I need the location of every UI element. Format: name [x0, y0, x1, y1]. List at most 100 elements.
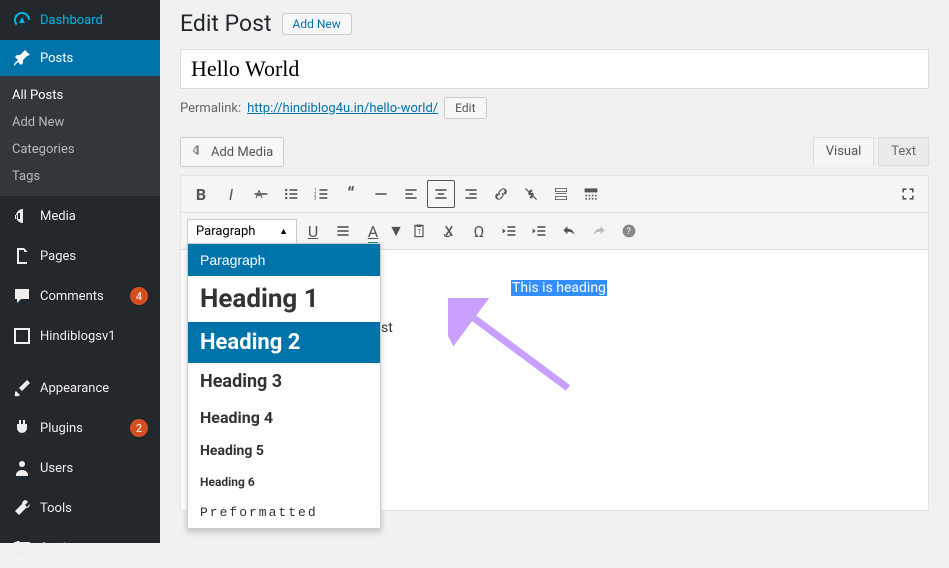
bold-button[interactable]: B: [187, 180, 215, 208]
readmore-button[interactable]: [547, 180, 575, 208]
sidebar-item-posts[interactable]: Posts: [0, 40, 160, 76]
sidebar-item-users[interactable]: Users: [0, 448, 160, 488]
submenu-tags[interactable]: Tags: [0, 163, 160, 190]
sidebar-item-label: Appearance: [40, 381, 148, 396]
sidebar-item-label: Tools: [40, 501, 148, 516]
posts-submenu: All Posts Add New Categories Tags: [0, 76, 160, 196]
chevron-up-icon: ▲: [279, 226, 288, 237]
dd-heading2[interactable]: Heading 2: [188, 322, 380, 363]
align-center-button[interactable]: [427, 180, 455, 208]
media-icon: [12, 206, 32, 226]
format-dropdown: Paragraph Heading 1 Heading 2 Heading 3 …: [187, 243, 381, 529]
link-button[interactable]: [487, 180, 515, 208]
justify-button[interactable]: [329, 217, 357, 245]
sidebar-item-media[interactable]: Media: [0, 196, 160, 236]
align-right-button[interactable]: [457, 180, 485, 208]
undo-button[interactable]: [555, 217, 583, 245]
dd-heading6[interactable]: Heading 6: [188, 467, 380, 497]
sidebar-item-hindiblogs[interactable]: Hindiblogsv1: [0, 316, 160, 356]
clear-format-button[interactable]: [435, 217, 463, 245]
editor-top-row: Add Media Visual Text: [180, 137, 929, 167]
sidebar-item-settings[interactable]: Settings: [0, 528, 160, 568]
sidebar-item-label: Comments: [40, 289, 124, 304]
blockquote-button[interactable]: “: [337, 180, 365, 208]
sidebar-item-pages[interactable]: Pages: [0, 236, 160, 276]
unlink-button[interactable]: [517, 180, 545, 208]
page-title: Edit Post: [180, 10, 272, 37]
comments-badge: 4: [130, 287, 148, 305]
sidebar-item-tools[interactable]: Tools: [0, 488, 160, 528]
brush-icon: [12, 378, 32, 398]
dashboard-icon: [12, 10, 32, 30]
page-header: Edit Post Add New: [180, 10, 929, 37]
textcolor-button[interactable]: A: [359, 217, 387, 245]
italic-button[interactable]: I: [217, 180, 245, 208]
editor-wrap: B I A 123 “ Paragraph ▲ Paragraph Headin…: [180, 175, 929, 511]
tab-visual[interactable]: Visual: [813, 137, 875, 166]
settings-icon: [12, 538, 32, 558]
sidebar-item-dashboard[interactable]: Dashboard: [0, 0, 160, 40]
permalink-row: Permalink: http://hindiblog4u.in/hello-w…: [180, 97, 929, 119]
tools-icon: [12, 498, 32, 518]
plugins-badge: 2: [130, 419, 148, 437]
redo-button[interactable]: [585, 217, 613, 245]
help-button[interactable]: ?: [615, 217, 643, 245]
add-new-button[interactable]: Add New: [282, 13, 352, 35]
dd-paragraph[interactable]: Paragraph: [188, 244, 380, 276]
align-left-button[interactable]: [397, 180, 425, 208]
svg-text:T: T: [417, 228, 421, 236]
format-select[interactable]: Paragraph ▲ Paragraph Heading 1 Heading …: [187, 219, 297, 244]
sidebar-item-label: Pages: [40, 249, 148, 264]
dd-heading3[interactable]: Heading 3: [188, 363, 380, 400]
textcolor-dropdown-button[interactable]: ▼: [389, 217, 403, 245]
admin-sidebar: Dashboard Posts All Posts Add New Catego…: [0, 0, 160, 543]
underline-button[interactable]: U: [299, 217, 327, 245]
pin-icon: [12, 48, 32, 68]
sidebar-item-plugins[interactable]: Plugins 2: [0, 408, 160, 448]
hr-button[interactable]: [367, 180, 395, 208]
permalink-label: Permalink:: [180, 101, 241, 116]
sidebar-item-appearance[interactable]: Appearance: [0, 368, 160, 408]
editor-tabs: Visual Text: [813, 137, 929, 166]
permalink-url[interactable]: http://hindiblog4u.in/hello-world/: [247, 101, 438, 116]
sidebar-item-label: Dashboard: [40, 13, 148, 28]
bullet-list-button[interactable]: [277, 180, 305, 208]
outdent-button[interactable]: [495, 217, 523, 245]
toolbar-toggle-button[interactable]: [577, 180, 605, 208]
add-media-label: Add Media: [211, 145, 273, 160]
number-list-button[interactable]: 123: [307, 180, 335, 208]
toolbar-row-2: Paragraph ▲ Paragraph Heading 1 Heading …: [181, 213, 928, 250]
add-media-button[interactable]: Add Media: [180, 137, 284, 167]
pages-icon: [12, 246, 32, 266]
strike-button[interactable]: A: [247, 180, 275, 208]
main-content: Edit Post Add New Permalink: http://hind…: [160, 0, 949, 531]
plugin-icon: [12, 418, 32, 438]
specialchar-button[interactable]: Ω: [465, 217, 493, 245]
post-title-input[interactable]: [180, 49, 929, 89]
submenu-add-new[interactable]: Add New: [0, 109, 160, 136]
sidebar-item-label: Media: [40, 209, 148, 224]
comments-icon: [12, 286, 32, 306]
svg-text:?: ?: [627, 227, 631, 237]
dd-preformatted[interactable]: Preformatted: [188, 497, 380, 528]
dd-heading4[interactable]: Heading 4: [188, 400, 380, 435]
indent-button[interactable]: [525, 217, 553, 245]
sidebar-item-label: Posts: [40, 51, 148, 66]
sidebar-item-label: Plugins: [40, 421, 124, 436]
submenu-all-posts[interactable]: All Posts: [0, 82, 160, 109]
toolbar-row-1: B I A 123 “: [181, 176, 928, 213]
camera-icon: [191, 143, 205, 161]
permalink-edit-button[interactable]: Edit: [444, 97, 486, 119]
svg-text:3: 3: [314, 196, 317, 202]
submenu-categories[interactable]: Categories: [0, 136, 160, 163]
dd-heading1[interactable]: Heading 1: [188, 276, 380, 322]
generic-icon: [12, 326, 32, 346]
sidebar-item-comments[interactable]: Comments 4: [0, 276, 160, 316]
tab-text[interactable]: Text: [878, 137, 929, 166]
paste-text-button[interactable]: T: [405, 217, 433, 245]
dd-heading5[interactable]: Heading 5: [188, 435, 380, 467]
title-wrap: [180, 49, 929, 89]
format-select-label: Paragraph: [196, 224, 255, 239]
fullscreen-button[interactable]: [894, 180, 922, 208]
sidebar-item-label: Hindiblogsv1: [40, 329, 148, 344]
